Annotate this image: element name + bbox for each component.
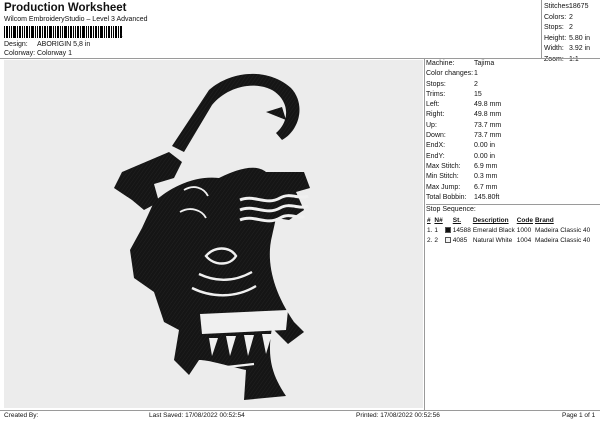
info-trims: Trims: 15 — [426, 90, 482, 98]
design-label: Design: — [4, 41, 28, 48]
table-row: 2. 2 4085 Natural White 1004 Madeira Cla… — [427, 236, 591, 244]
barcode — [4, 26, 122, 38]
info-total-bobbin: Total Bobbin: 145.80ft — [426, 193, 500, 201]
stat-width: Width: 3.92 in — [544, 45, 591, 52]
stat-stitches: Stitches:18675 — [544, 3, 589, 10]
design-preview — [4, 60, 423, 408]
info-stops: Stops: 2 — [426, 80, 478, 88]
software-subtitle: Wilcom EmbroideryStudio – Level 3 Advanc… — [4, 16, 148, 23]
info-endy: EndY: 0.00 in — [426, 152, 496, 160]
info-color-changes: Color changes:1 — [426, 70, 478, 78]
embroidery-figure — [114, 73, 310, 400]
design-value: ABORIGIN 5,8 in — [37, 41, 91, 48]
design-row: Design: ABORIGIN 5,8 in — [4, 41, 90, 48]
body-shape — [130, 167, 310, 400]
color-swatch — [444, 237, 451, 244]
skirt-band — [200, 310, 288, 334]
stop-sequence-table: # N# St. Description Code Brand 1. 1 145… — [426, 215, 591, 245]
stat-colors: Colors: 2 — [544, 13, 573, 21]
stop-sequence-header: # N# St. Description Code Brand — [427, 216, 554, 224]
info-machine: Machine: Tajima — [426, 60, 495, 67]
stat-stops: Stops: 2 — [544, 24, 573, 31]
panel-divider — [424, 58, 425, 410]
stat-height: Height: 5.80 in — [544, 34, 591, 42]
stats-panel: Stitches:18675 Colors: 2 Stops: 2 Height: 5… — [544, 2, 600, 65]
colorway-value: Colorway 1 — [37, 50, 73, 57]
info-endx: EndX: 0.00 in — [426, 142, 496, 150]
info-right: Right: 49.8 mm — [426, 111, 502, 119]
info-min-stitch: Min Stitch: 0.3 mm — [426, 173, 498, 181]
info-max-stitch: Max Stitch: 6.9 mm — [426, 162, 498, 170]
info-max-jump: Max Jump: 6.7 mm — [426, 183, 498, 191]
footer-created-by: Created By: — [4, 412, 39, 419]
footer-last-saved: Last Saved: 17/08/2022 00:52:54 — [149, 412, 245, 419]
info-left: Left: 49.8 mm — [426, 101, 502, 109]
colorway-row: Colorway: Colorway 1 — [4, 50, 72, 57]
stop-sequence-heading: Stop Sequence: — [426, 206, 476, 214]
machine-info-panel: Machine: Tajima Color changes:1 Stops: 2 T… — [426, 59, 600, 245]
table-row: 1. 1 14588 Emerald Black 1000 Madeira Cl… — [427, 226, 591, 234]
info-up: Up: 73.7 mm — [426, 121, 502, 129]
footer-divider — [0, 410, 600, 411]
worksheet-title: Production Worksheet — [4, 2, 127, 14]
footer-page: Page 1 of 1 — [562, 412, 596, 419]
colorway-label: Colorway: — [4, 50, 36, 57]
info-down: Down: 73.7 mm — [426, 132, 502, 140]
color-swatch — [444, 227, 451, 234]
stats-divider — [541, 0, 542, 58]
barcode-suffix: 1 — [120, 33, 123, 39]
footer-printed: Printed: 17/08/2022 00:52:56 — [356, 412, 440, 419]
